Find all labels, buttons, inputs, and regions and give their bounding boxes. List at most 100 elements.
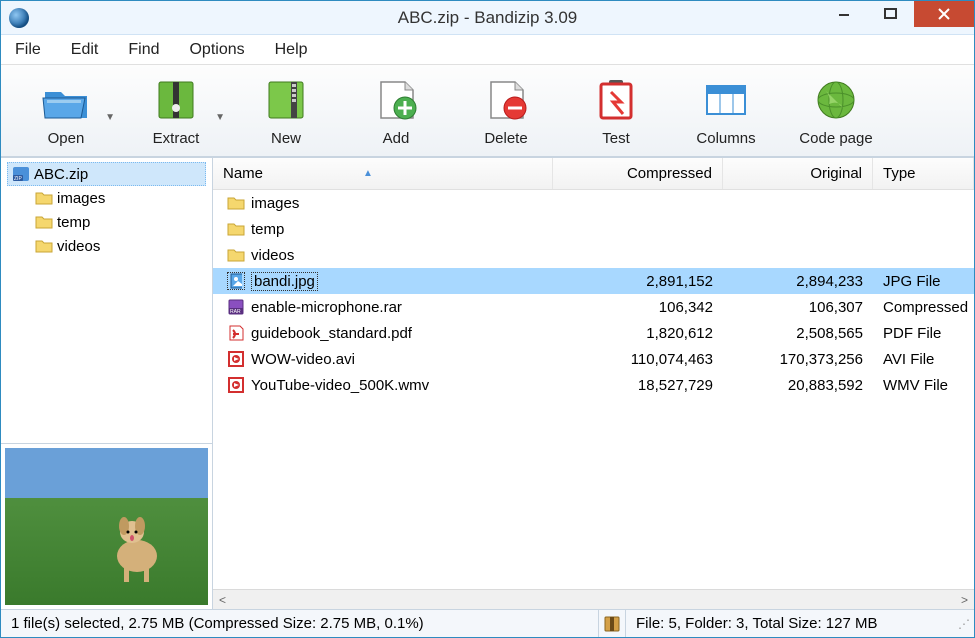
jpg-icon [227, 272, 245, 290]
delete-button[interactable]: Delete [451, 74, 561, 147]
cell-original: 106,307 [723, 299, 873, 316]
dropdown-icon[interactable]: ▼ [215, 112, 225, 123]
table-row[interactable]: WOW-video.avi110,074,463170,373,256AVI F… [213, 346, 974, 372]
cell-compressed: 110,074,463 [553, 351, 723, 368]
columns-label: Columns [696, 130, 755, 147]
app-window: ABC.zip - Bandizip 3.09 File Edit Find O… [0, 0, 975, 638]
scroll-right-icon[interactable]: > [961, 593, 968, 607]
new-archive-icon [260, 74, 312, 126]
tree-item[interactable]: images [7, 186, 206, 210]
minimize-button[interactable] [822, 1, 868, 27]
tree-item-label: videos [57, 238, 100, 255]
status-summary: File: 5, Folder: 3, Total Size: 127 MB [626, 615, 956, 632]
table-row[interactable]: bandi.jpg2,891,1522,894,233JPG File [213, 268, 974, 294]
horizontal-scrollbar[interactable]: < > [213, 589, 974, 609]
cell-original: 20,883,592 [723, 377, 873, 394]
cell-name: temp [213, 220, 553, 238]
test-label: Test [602, 130, 630, 147]
cell-compressed: 18,527,729 [553, 377, 723, 394]
content-area: ZIP ABC.zip images temp videos Name▲ Compr… [1, 157, 974, 609]
status-selection: 1 file(s) selected, 2.75 MB (Compressed … [1, 615, 598, 632]
delete-file-icon [480, 74, 532, 126]
open-button[interactable]: Open ▼ [11, 74, 121, 147]
col-compressed[interactable]: Compressed [553, 158, 723, 189]
cell-name: RARenable-microphone.rar [213, 298, 553, 316]
titlebar: ABC.zip - Bandizip 3.09 [1, 1, 974, 35]
cell-name: images [213, 194, 553, 212]
table-row[interactable]: guidebook_standard.pdf1,820,6122,508,565… [213, 320, 974, 346]
new-label: New [271, 130, 301, 147]
extract-icon [150, 74, 202, 126]
codepage-button[interactable]: Code page [781, 74, 891, 147]
table-row[interactable]: temp [213, 216, 974, 242]
folder-icon [35, 213, 53, 231]
zip-icon: ZIP [12, 165, 30, 183]
cell-name: bandi.jpg [213, 272, 553, 291]
table-row[interactable]: images [213, 190, 974, 216]
wmv-icon [227, 376, 245, 394]
new-button[interactable]: New [231, 74, 341, 147]
add-file-icon [370, 74, 422, 126]
close-button[interactable] [914, 1, 974, 27]
svg-text:ZIP: ZIP [14, 176, 22, 182]
columns-button[interactable]: Columns [671, 74, 781, 147]
tree-item-label: temp [57, 214, 90, 231]
menu-find[interactable]: Find [122, 39, 165, 61]
col-name[interactable]: Name▲ [213, 158, 553, 189]
cell-compressed: 106,342 [553, 299, 723, 316]
table-row[interactable]: YouTube-video_500K.wmv18,527,72920,883,5… [213, 372, 974, 398]
cell-compressed: 2,891,152 [553, 273, 723, 290]
sort-indicator-icon: ▲ [363, 168, 373, 179]
open-folder-icon [40, 74, 92, 126]
folder-icon [227, 194, 245, 212]
preview-pane [1, 443, 212, 609]
folder-icon [227, 246, 245, 264]
svg-text:RAR: RAR [230, 309, 241, 315]
cell-name: WOW-video.avi [213, 350, 553, 368]
col-type[interactable]: Type [873, 158, 974, 189]
cell-name: YouTube-video_500K.wmv [213, 376, 553, 394]
col-original[interactable]: Original [723, 158, 873, 189]
table-row[interactable]: videos [213, 242, 974, 268]
columns-icon [700, 74, 752, 126]
tree-root[interactable]: ZIP ABC.zip [7, 162, 206, 186]
folder-tree[interactable]: ZIP ABC.zip images temp videos [1, 158, 212, 443]
menu-options[interactable]: Options [183, 39, 250, 61]
cell-type: PDF File [873, 325, 974, 342]
extract-label: Extract [153, 130, 200, 147]
codepage-label: Code page [799, 130, 872, 147]
status-archive-icon[interactable] [598, 610, 626, 637]
cell-original: 2,508,565 [723, 325, 873, 342]
menu-edit[interactable]: Edit [65, 39, 105, 61]
add-label: Add [383, 130, 410, 147]
resize-grip[interactable]: ⋰ [956, 617, 974, 631]
file-list-panel: Name▲ Compressed Original Type images tem… [213, 158, 974, 609]
maximize-button[interactable] [868, 1, 914, 27]
dropdown-icon[interactable]: ▼ [105, 112, 115, 123]
file-rows[interactable]: images temp videosbandi.jpg2,891,1522,894,… [213, 190, 974, 589]
cell-type: JPG File [873, 273, 974, 290]
pdf-icon [227, 324, 245, 342]
preview-image [5, 448, 208, 605]
menubar: File Edit Find Options Help [1, 35, 974, 65]
tree-item[interactable]: videos [7, 234, 206, 258]
open-label: Open [48, 130, 85, 147]
statusbar: 1 file(s) selected, 2.75 MB (Compressed … [1, 609, 974, 637]
scroll-left-icon[interactable]: < [219, 593, 226, 607]
globe-icon [810, 74, 862, 126]
tree-item[interactable]: temp [7, 210, 206, 234]
app-icon [9, 8, 29, 28]
menu-help[interactable]: Help [269, 39, 314, 61]
delete-label: Delete [484, 130, 527, 147]
cell-compressed: 1,820,612 [553, 325, 723, 342]
add-button[interactable]: Add [341, 74, 451, 147]
test-button[interactable]: Test [561, 74, 671, 147]
left-panel: ZIP ABC.zip images temp videos [1, 158, 213, 609]
folder-icon [227, 220, 245, 238]
toolbar: Open ▼ Extract ▼ New Add Delete Test Col… [1, 65, 974, 157]
test-icon [590, 74, 642, 126]
table-row[interactable]: RARenable-microphone.rar106,342106,307Co… [213, 294, 974, 320]
extract-button[interactable]: Extract ▼ [121, 74, 231, 147]
avi-icon [227, 350, 245, 368]
menu-file[interactable]: File [9, 39, 47, 61]
